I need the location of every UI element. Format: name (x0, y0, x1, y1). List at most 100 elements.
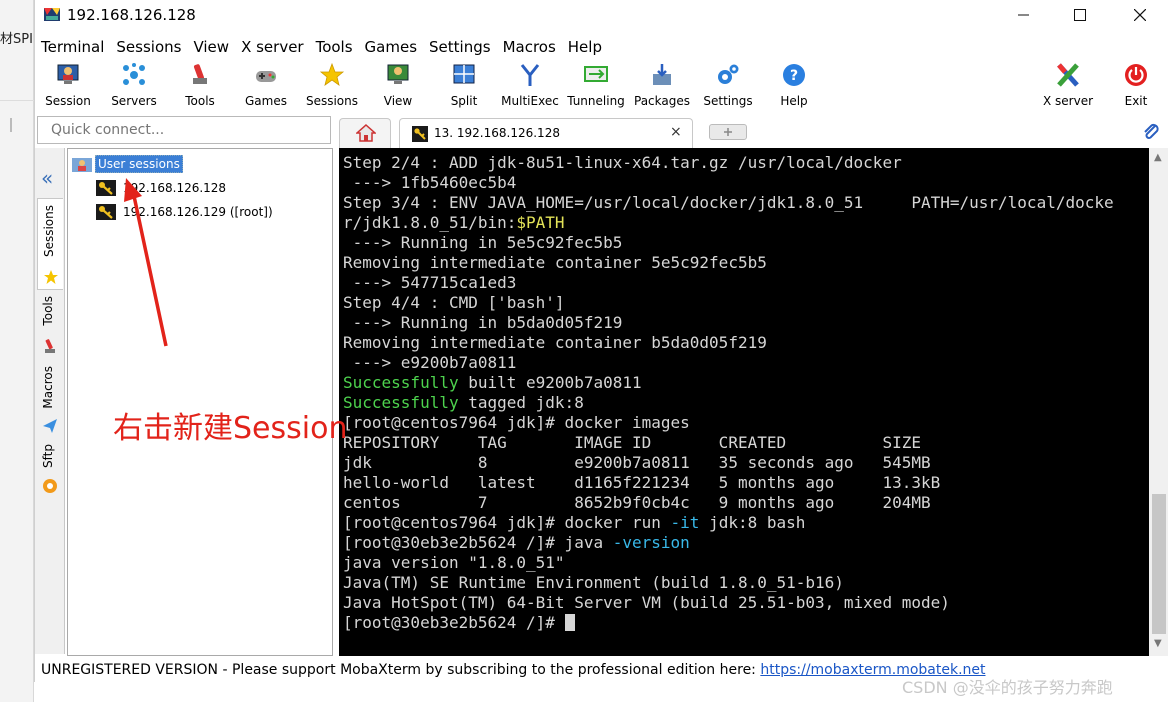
xserver-icon (1057, 63, 1079, 87)
menu-games[interactable]: Games (359, 36, 423, 58)
terminal-output[interactable]: Step 2/4 : ADD jdk-8u51-linux-x64.tar.gz… (339, 148, 1149, 656)
app-icon (44, 8, 60, 21)
unregistered-label: UNREGISTERED VERSION (41, 662, 219, 678)
quick-connect-input[interactable] (37, 116, 331, 144)
session-icon (57, 64, 79, 84)
plus-icon (724, 128, 732, 136)
annotation-text: 右击新建Session (113, 411, 348, 446)
terminal-success-word: Successfully (343, 373, 459, 392)
multiexec-icon (520, 64, 540, 86)
star-icon (44, 270, 58, 284)
tab-label: 13. 192.168.126.128 (434, 126, 560, 140)
svg-text:?: ? (790, 68, 798, 84)
multiexec-button[interactable]: MultiExec (497, 60, 563, 108)
terminal-line: ---> 1fb5460ec5b4 (343, 173, 517, 192)
servers-label: Servers (111, 94, 157, 108)
games-label: Games (245, 94, 287, 108)
settings-button[interactable]: Settings (695, 60, 761, 108)
terminal-line: [root@30eb3e2b5624 /]# java (343, 533, 613, 552)
side-tab-tools[interactable]: Tools (37, 294, 63, 362)
servers-icon (123, 63, 145, 85)
terminal-flag: -version (612, 533, 690, 552)
tree-item-label: 192.168.126.128 (123, 181, 227, 195)
side-tab-macros[interactable]: Macros (37, 364, 63, 440)
packages-label: Packages (634, 94, 690, 108)
split-icon (453, 64, 475, 84)
paperclip-icon[interactable] (1141, 122, 1161, 142)
scroll-thumb[interactable] (1152, 494, 1166, 634)
key-icon (96, 180, 116, 196)
tools-icon (45, 339, 55, 353)
view-label: View (383, 94, 413, 108)
games-button[interactable]: Games (233, 60, 299, 108)
maximize-button[interactable] (1057, 0, 1103, 30)
menu-terminal[interactable]: Terminal (35, 36, 110, 58)
menu-settings[interactable]: Settings (423, 36, 497, 58)
close-window-button[interactable] (1117, 0, 1163, 30)
terminal-line: [root@centos7964 jdk]# docker run (343, 513, 671, 532)
tools-button[interactable]: Tools (167, 60, 233, 108)
menu-sessions[interactable]: Sessions (110, 36, 187, 58)
terminal-line: Step 2/4 : ADD jdk-8u51-linux-x64.tar.gz… (343, 153, 902, 172)
scroll-up-icon[interactable]: ▲ (1154, 152, 1162, 163)
home-tab[interactable] (339, 118, 391, 148)
tunneling-button[interactable]: Tunneling (563, 60, 629, 108)
status-message: - Please support MobaXterm by subscribin… (218, 662, 761, 678)
terminal-scrollbar[interactable]: ▲ ▼ (1149, 148, 1168, 656)
split-label: Split (450, 94, 478, 108)
terminal-line: jdk:8 bash (699, 513, 806, 532)
gamepad-icon (256, 71, 276, 82)
terminal-cursor (564, 614, 575, 631)
menu-xserver[interactable]: X server (235, 36, 310, 58)
xserver-button[interactable]: X server (1035, 60, 1101, 108)
background-bar (10, 118, 12, 132)
settings-label: Settings (703, 94, 753, 108)
close-icon (1134, 9, 1146, 21)
tab-close-button[interactable]: × (670, 124, 682, 140)
new-tab-button[interactable] (709, 124, 747, 140)
xserver-label: X server (1042, 94, 1094, 108)
maximize-icon (1074, 9, 1086, 21)
side-tab-sftp[interactable]: Sftp (37, 442, 63, 498)
menu-help[interactable]: Help (562, 36, 608, 58)
session-label: Session (45, 94, 91, 108)
tree-root-label: User sessions (95, 155, 183, 173)
tab-session-128[interactable]: 13. 192.168.126.128 × (399, 118, 693, 148)
servers-button[interactable]: Servers (101, 60, 167, 108)
terminal-line: Step 3/4 : ENV JAVA_HOME=/usr/local/dock… (343, 193, 1114, 212)
tree-item-session-128[interactable]: 192.168.126.128 (96, 178, 226, 198)
tree-root-user-sessions[interactable]: User sessions (72, 154, 183, 174)
menu-view[interactable]: View (187, 36, 235, 58)
view-button[interactable]: View (365, 60, 431, 108)
split-button[interactable]: Split (431, 60, 497, 108)
tree-item-session-129[interactable]: 192.168.126.129 ([root]) (96, 202, 273, 222)
watermark: CSDN @没伞的孩子努力奔跑 (902, 678, 1113, 697)
packages-button[interactable]: Packages (629, 60, 695, 108)
sessions-button[interactable]: Sessions (299, 60, 365, 108)
home-icon (356, 124, 376, 142)
side-tab-sessions[interactable]: Sessions (37, 198, 63, 290)
terminal-line: Removing intermediate container 5e5c92fe… (343, 253, 767, 272)
terminal-line: centos 7 8652b9f0cb4c 9 months ago 204MB (343, 493, 931, 512)
exit-label: Exit (1124, 94, 1148, 108)
scroll-down-icon[interactable]: ▼ (1154, 638, 1162, 649)
minimize-button[interactable] (1001, 0, 1047, 30)
window-title: 192.168.126.128 (67, 6, 196, 24)
side-tab-macros-label: Macros (41, 366, 55, 409)
menu-macros[interactable]: Macros (497, 36, 562, 58)
terminal-line: r/jdk1.8.0_51/bin: (343, 213, 517, 232)
exit-button[interactable]: Exit (1103, 60, 1168, 108)
power-icon (1125, 64, 1147, 86)
terminal-success-word: Successfully (343, 393, 459, 412)
terminal-line: tagged jdk:8 (458, 393, 584, 412)
menu-tools[interactable]: Tools (310, 36, 359, 58)
help-button[interactable]: ? Help (761, 60, 827, 108)
terminal-line: ---> 547715ca1ed3 (343, 273, 517, 292)
terminal-env-var: $PATH (516, 213, 565, 232)
tunneling-icon (584, 66, 608, 82)
sessions-label: Sessions (305, 94, 359, 108)
collapse-sidebar-icon[interactable]: « (41, 166, 53, 190)
side-tab-sessions-label: Sessions (42, 205, 56, 258)
session-button[interactable]: Session (35, 60, 101, 108)
side-tab-tools-label: Tools (41, 296, 55, 326)
